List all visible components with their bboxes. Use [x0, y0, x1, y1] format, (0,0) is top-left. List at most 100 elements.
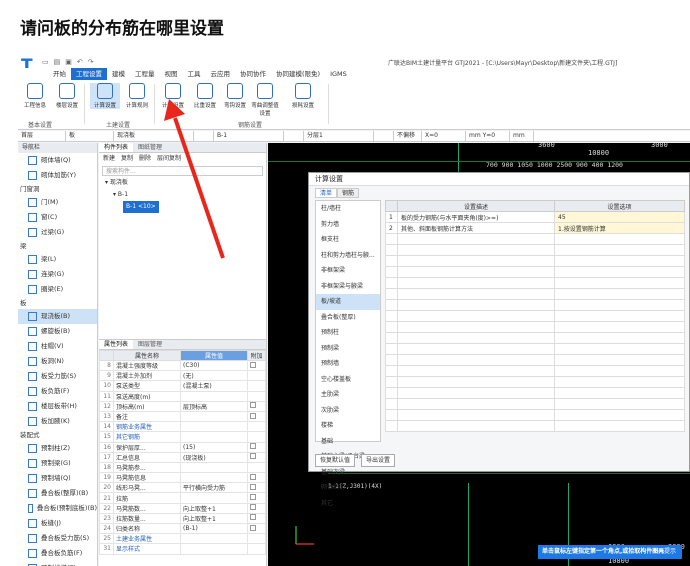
attach-checkbox[interactable]: [250, 453, 256, 460]
property-value[interactable]: [180, 492, 248, 504]
attach-checkbox[interactable]: [250, 473, 256, 480]
propbar-field-4[interactable]: B-1: [214, 131, 284, 141]
settings-category[interactable]: 预制梁: [316, 341, 380, 357]
ribbon-button-0[interactable]: 工程信息: [20, 83, 50, 109]
settings-category[interactable]: 预制柱: [316, 325, 380, 341]
property-row[interactable]: 22 马凳筋数... 向上取整+1: [99, 502, 266, 514]
nav-item[interactable]: 叠合板(预制底板)(B): [18, 501, 97, 516]
tab-1[interactable]: 图纸管理: [133, 143, 167, 152]
property-row[interactable]: 17 汇总信息 (现浇板): [99, 451, 266, 463]
property-row[interactable]: 12 顶标高(m) 层顶标高: [99, 400, 266, 412]
tool-button-2[interactable]: 删除: [139, 153, 151, 165]
tree-node-b1[interactable]: B-1 <10>: [123, 201, 159, 213]
nav-item[interactable]: 预制楼梯(T): [18, 561, 97, 566]
prop-tab-1[interactable]: 图层管理: [133, 340, 167, 349]
propbar-field-3[interactable]: [194, 131, 214, 141]
nav-item[interactable]: 板受力筋(S): [18, 369, 97, 384]
nav-item[interactable]: 现浇板(B): [18, 309, 97, 324]
nav-item[interactable]: 预制梁(G): [18, 456, 97, 471]
property-row[interactable]: 31 显示样式: [99, 543, 266, 555]
property-value[interactable]: [180, 410, 248, 423]
tree-node-slab-type[interactable]: ▾ 现浇板: [99, 177, 266, 189]
tool-button-0[interactable]: 新建: [103, 153, 115, 165]
property-row[interactable]: 19 马凳筋信息: [99, 472, 266, 484]
propbar-field-1[interactable]: 板: [66, 131, 114, 141]
settings-row[interactable]: 2 其他、斜面板钢筋计算方法 1.按设置钢筋计算: [385, 222, 685, 234]
property-value[interactable]: [180, 533, 248, 545]
property-value[interactable]: 层顶标高: [180, 400, 248, 412]
propbar-field-10[interactable]: mm Y=0: [466, 131, 510, 141]
nav-item[interactable]: 板加腋(K): [18, 414, 97, 429]
settings-category[interactable]: 剪力墙: [316, 217, 380, 233]
property-value[interactable]: [180, 472, 248, 484]
property-row[interactable]: 10 泵送类型 (混凝土泵): [99, 380, 266, 392]
settings-category[interactable]: 空心楼盖板: [316, 372, 380, 388]
undo-icon[interactable]: ↶: [77, 58, 83, 66]
menu-item-7[interactable]: 协同协作: [235, 68, 271, 80]
property-row[interactable]: 8 混凝土强度等级 (C30): [99, 359, 266, 372]
dismiss-hint-button[interactable]: 不再提示: [652, 545, 676, 559]
nav-item[interactable]: 楼层板带(H): [18, 399, 97, 414]
property-row[interactable]: 11 泵送高度(m): [99, 390, 266, 402]
new-icon[interactable]: ▭: [42, 58, 49, 66]
menu-item-0[interactable]: 开始: [48, 68, 71, 80]
attach-checkbox[interactable]: [250, 483, 256, 490]
propbar-field-2[interactable]: 现浇板: [114, 131, 194, 141]
settings-category[interactable]: 基础: [316, 434, 380, 450]
property-row[interactable]: 14 钢筋业务属性: [99, 421, 266, 433]
settings-category[interactable]: 预制墙: [316, 356, 380, 372]
ribbon-button-5[interactable]: 比重设置: [190, 83, 220, 109]
menu-item-4[interactable]: 视图: [160, 68, 183, 80]
ribbon-button-3[interactable]: 计算规则: [122, 83, 152, 109]
nav-item[interactable]: 螺旋板(B): [18, 324, 97, 339]
property-row[interactable]: 25 土建业务属性: [99, 533, 266, 545]
menu-item-9[interactable]: IGMS: [325, 68, 352, 80]
tool-button-3[interactable]: 层间复制: [157, 153, 181, 165]
menu-item-8[interactable]: 协同建模(限免): [271, 68, 325, 80]
ribbon-button-8[interactable]: 损耗设置: [288, 83, 318, 109]
nav-group[interactable]: 门窗洞: [18, 183, 97, 195]
redo-icon[interactable]: ↷: [88, 58, 94, 66]
propbar-field-5[interactable]: [284, 131, 304, 141]
prop-tab-0[interactable]: 属性列表: [99, 340, 134, 349]
property-row[interactable]: 23 拉筋数量... 向上取整+1: [99, 512, 266, 525]
nav-item[interactable]: 叠合板受力筋(S): [18, 531, 97, 546]
settings-category[interactable]: 非框架梁: [316, 263, 380, 279]
settings-category[interactable]: 框支柱: [316, 232, 380, 248]
property-value[interactable]: (混凝土泵): [180, 380, 248, 392]
property-value[interactable]: (B-1): [180, 522, 248, 535]
component-search-input[interactable]: 搜索构件...: [102, 166, 263, 176]
dialog-tab-1[interactable]: 钢筋: [337, 188, 360, 198]
setting-value[interactable]: 1.按设置钢筋计算: [554, 222, 685, 234]
nav-item[interactable]: 窗(C): [18, 210, 97, 225]
nav-group[interactable]: 板: [18, 297, 97, 309]
settings-category[interactable]: 柱/墙柱: [316, 201, 380, 217]
property-value[interactable]: [180, 543, 248, 555]
menu-item-6[interactable]: 云应用: [206, 68, 236, 80]
nav-item[interactable]: 叠合板负筋(F): [18, 546, 97, 561]
nav-item[interactable]: 板缝(J): [18, 516, 97, 531]
tab-0[interactable]: 构件列表: [99, 143, 134, 152]
property-row[interactable]: 9 混凝土外加剂 (无): [99, 370, 266, 382]
tree-node-slab-group[interactable]: ▾ B-1: [99, 189, 266, 201]
attach-checkbox[interactable]: [250, 504, 256, 511]
settings-category[interactable]: 柱和剪力墙柱与腋...: [316, 248, 380, 264]
export-settings-button[interactable]: 导出设置: [361, 454, 396, 467]
propbar-field-11[interactable]: mm: [510, 131, 534, 141]
tool-button-1[interactable]: 复制: [121, 153, 133, 165]
settings-category[interactable]: 其它: [316, 496, 380, 512]
propbar-field-8[interactable]: 不偏移: [394, 131, 422, 141]
settings-category[interactable]: 板/坡道: [316, 294, 380, 310]
settings-category[interactable]: 叠合板(整厚): [316, 310, 380, 326]
property-value[interactable]: (无): [180, 370, 248, 382]
property-value[interactable]: 向上取整+1: [180, 512, 248, 525]
nav-group[interactable]: 装配式: [18, 429, 97, 441]
nav-item[interactable]: 预制柱(Z): [18, 441, 97, 456]
settings-category[interactable]: 砌体结构: [316, 480, 380, 496]
save-icon[interactable]: ▣: [65, 58, 72, 66]
attach-checkbox[interactable]: [250, 514, 256, 521]
propbar-field-7[interactable]: [374, 131, 394, 141]
attach-checkbox[interactable]: [250, 412, 256, 419]
nav-item[interactable]: 过梁(G): [18, 225, 97, 240]
property-row[interactable]: 16 保护层厚... (15): [99, 441, 266, 453]
